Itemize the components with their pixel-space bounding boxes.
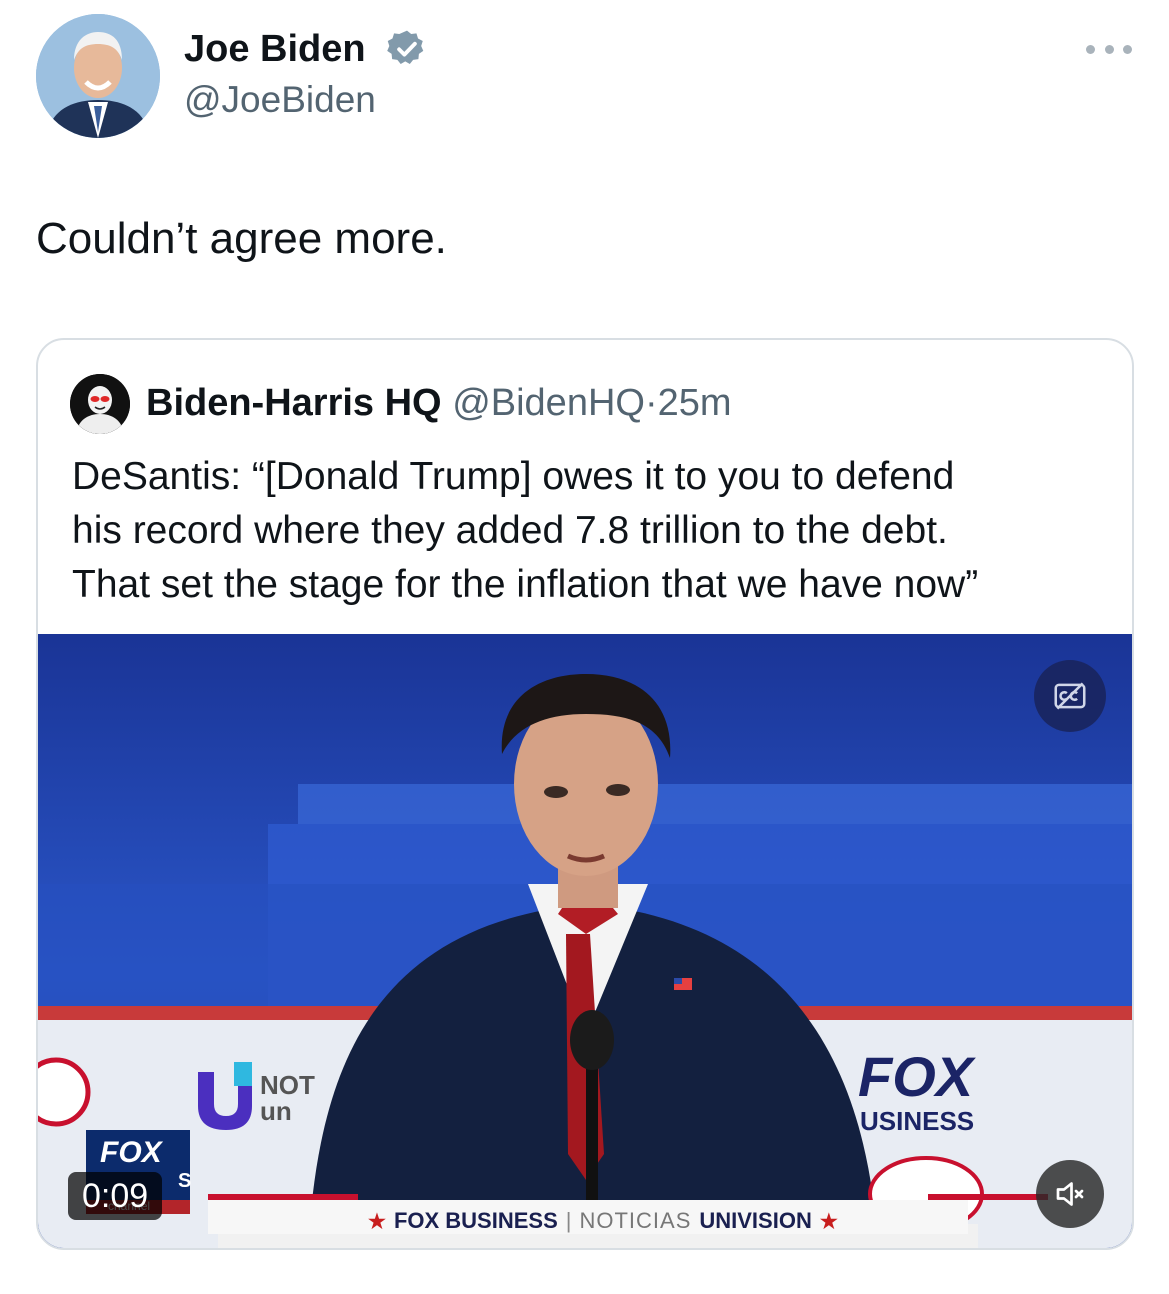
quote-author-avatar[interactable] xyxy=(70,374,130,434)
quote-text: DeSantis: “[Donald Trump] owes it to you… xyxy=(72,450,1112,612)
quote-text-line: That set the stage for the inflation tha… xyxy=(72,563,979,606)
fox-bug-top: FOX xyxy=(100,1136,162,1169)
author-handle[interactable]: @JoeBiden xyxy=(184,78,376,122)
closed-captions-button[interactable] xyxy=(1034,660,1106,732)
ticker-noticias: NOTICIAS xyxy=(579,1208,692,1233)
avatar-photo xyxy=(36,14,160,138)
more-options-button[interactable] xyxy=(1086,36,1132,62)
more-dot-icon xyxy=(1086,44,1095,54)
quoted-tweet-card[interactable]: Biden-Harris HQ @BidenHQ·25m DeSantis: “… xyxy=(36,338,1134,1250)
more-dot-icon xyxy=(1123,44,1132,54)
mute-toggle-button[interactable] xyxy=(1036,1160,1104,1228)
video-player[interactable]: FOX S channel NOT un FOX USINESS ★ FOX B… xyxy=(38,634,1132,1248)
quote-author-name[interactable]: Biden-Harris HQ xyxy=(146,382,442,424)
verified-badge-icon xyxy=(387,30,424,65)
closed-captions-icon xyxy=(1054,682,1086,710)
fox-business-fragment: FOX xyxy=(858,1045,974,1108)
muted-speaker-icon xyxy=(1056,1182,1084,1206)
more-dot-icon xyxy=(1104,44,1114,54)
ticker-star: ★ xyxy=(368,1210,386,1233)
author-avatar[interactable] xyxy=(36,14,160,138)
ticker-fox-business: FOX BUSINESS xyxy=(393,1208,558,1233)
quote-author-handle[interactable]: @BidenHQ xyxy=(452,382,645,424)
avatar-photo xyxy=(70,374,130,434)
ticker-univision: UNIVISION xyxy=(699,1208,812,1233)
author-name[interactable]: Joe Biden xyxy=(184,26,366,72)
video-frame xyxy=(38,634,1132,1248)
quote-text-line: DeSantis: “[Donald Trump] owes it to you… xyxy=(72,455,955,498)
univision-fragment: un xyxy=(260,1096,292,1126)
fox-bug-bottom: S xyxy=(178,1170,192,1192)
quote-timestamp[interactable]: 25m xyxy=(658,382,732,424)
broadcast-ticker: ★ FOX BUSINESS | NOTICIAS UNIVISION ★ xyxy=(368,1206,838,1236)
quote-meta-separator: · xyxy=(644,382,658,424)
tweet-text: Couldn’t agree more. xyxy=(36,214,447,263)
video-timestamp: 0:09 xyxy=(68,1172,163,1220)
quote-header: Biden-Harris HQ @BidenHQ·25m xyxy=(146,378,732,428)
ticker-star: ★ xyxy=(819,1210,838,1233)
quote-text-line: his record where they added 7.8 trillion… xyxy=(72,509,948,552)
ticker-divider: | xyxy=(565,1208,572,1233)
fox-business-fragment: USINESS xyxy=(860,1106,975,1136)
